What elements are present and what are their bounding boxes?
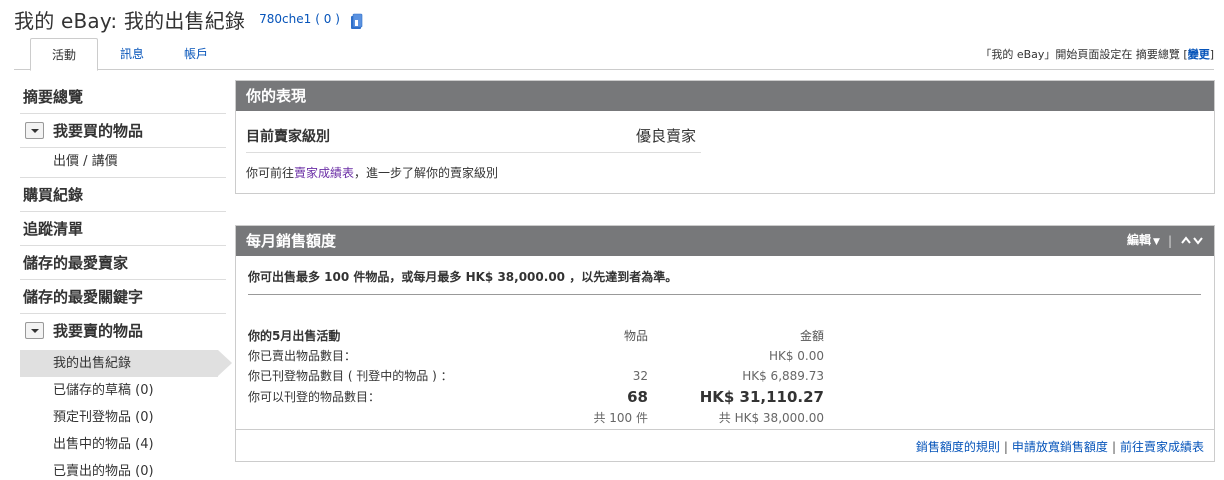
sidebar-group-label: 我要買的物品 — [53, 122, 144, 140]
column-header: 物品 — [623, 329, 648, 343]
row-amount: HK$ 0.00 — [768, 349, 824, 363]
sidebar-item-bids-offers[interactable]: 出價 / 講價 — [20, 148, 226, 178]
sidebar-item-summary[interactable]: 摘要總覽 — [20, 80, 226, 114]
total-count: 共 100 件 — [593, 411, 648, 425]
collapse-toggle-icon[interactable] — [25, 322, 44, 339]
row-amount: HK$ 31,110.27 — [699, 388, 824, 406]
table-row: 你已賣出物品數目： HK$ 0.00 — [248, 346, 828, 366]
tab-messages[interactable]: 訊息 — [98, 38, 166, 70]
column-header: 你的5月出售活動 — [248, 329, 341, 343]
edit-label: 編輯 — [1127, 233, 1152, 247]
selling-limits-panel: 每月銷售額度 編輯 ▼ | 你可出售最多 100 件物品，或每月最多 HK$ 38… — [235, 225, 1215, 462]
change-homepage-link[interactable]: 變更 — [1188, 48, 1210, 61]
request-higher-limit-link[interactable]: 申請放寬銷售額度 — [1012, 440, 1108, 454]
sidebar-item-saved-sellers[interactable]: 儲存的最愛賣家 — [20, 246, 226, 280]
feedback-score[interactable]: ( 0 ) — [315, 12, 340, 26]
footer-links: 銷售額度的規則 | 申請放寬銷售額度 | 前往賣家成績表 — [916, 438, 1204, 455]
tab-account[interactable]: 帳戶 — [166, 38, 226, 70]
row-label: 你已賣出物品數目： — [248, 349, 357, 363]
page-header: 我的 eBay: 我的出售紀錄 780che1 ( 0 ) — [14, 4, 363, 34]
table-row: 你已刊登物品數目 ( 刊登中的物品 ) ： 32 HK$ 6,889.73 — [248, 366, 828, 386]
sidebar-group-buying[interactable]: 我要買的物品 — [20, 114, 226, 148]
seller-level-label: 目前賣家級別 — [246, 129, 330, 145]
table-header-row: 你的5月出售活動 物品 金額 — [248, 326, 828, 346]
tab-bar: 活動 訊息 帳戶 「我的 eBay」開始頁面設定在 摘要總覽 [變更] — [14, 38, 1214, 71]
divider — [248, 294, 1201, 295]
sidebar-item-watch-list[interactable]: 追蹤清單 — [20, 212, 226, 246]
limit-rules-link[interactable]: 銷售額度的規則 — [916, 440, 1000, 454]
seller-dashboard-link[interactable]: 賣家成績表 — [294, 166, 354, 180]
divider: | — [1003, 440, 1008, 454]
row-label: 你已刊登物品數目 ( 刊登中的物品 ) ： — [248, 369, 453, 383]
seller-status-icon[interactable] — [350, 13, 363, 30]
sidebar-item-active[interactable]: 出售中的物品 (4) — [20, 431, 226, 458]
sidebar-item-sold[interactable]: 已賣出的物品 (0) — [20, 458, 226, 480]
sidebar-item-purchase-history[interactable]: 購買紀錄 — [20, 178, 226, 212]
performance-panel: 你的表現 目前賣家級別 優良賣家 你可前往賣家成績表，進一步了解你的賣家級別 — [235, 80, 1215, 194]
tab-activity[interactable]: 活動 — [30, 38, 98, 71]
edit-menu[interactable]: 編輯 ▼ — [1127, 225, 1160, 257]
table-row: 你可以刊登的物品數目： 68 HK$ 31,110.27 — [248, 386, 828, 408]
table-total-row: 共 100 件 共 HK$ 38,000.00 — [248, 408, 828, 428]
column-header: 金額 — [799, 329, 824, 343]
panel-title: 你的表現 — [236, 81, 1214, 111]
sidebar-item-saved-searches[interactable]: 儲存的最愛關鍵字 — [20, 280, 226, 314]
collapse-expand-icon[interactable] — [1180, 226, 1204, 256]
panel-footer: 銷售額度的規則 | 申請放寬銷售額度 | 前往賣家成績表 — [236, 429, 1214, 461]
row-amount: HK$ 6,889.73 — [742, 369, 824, 383]
collapse-toggle-icon[interactable] — [25, 122, 44, 139]
homepage-note-text: 「我的 eBay」開始頁面設定在 摘要總覽 [ — [980, 48, 1188, 61]
row-label: 你可以刊登的物品數目： — [248, 390, 381, 404]
row-count: 32 — [632, 369, 648, 383]
username-link[interactable]: 780che1 — [259, 12, 311, 26]
caret-down-icon: ▼ — [1153, 237, 1160, 247]
panel-actions: 編輯 ▼ | — [1127, 226, 1204, 256]
sidebar: 摘要總覽 我要買的物品 出價 / 講價 購買紀錄 追蹤清單 儲存的最愛賣家 儲存… — [20, 80, 232, 480]
panel-header: 每月銷售額度 編輯 ▼ | — [236, 226, 1214, 256]
row-count: 68 — [627, 388, 648, 406]
sidebar-group-selling[interactable]: 我要賣的物品 — [20, 314, 226, 348]
seller-dashboard-link[interactable]: 前往賣家成績表 — [1120, 440, 1204, 454]
page-title: 我的 eBay: 我的出售紀錄 — [14, 8, 246, 33]
total-amount: 共 HK$ 38,000.00 — [718, 411, 824, 425]
note-suffix: ，進一步了解你的賣家級別 — [354, 166, 499, 180]
sidebar-item-selling-overview[interactable]: 我的出售紀錄 — [20, 350, 232, 377]
seller-level-value: 優良賣家 — [636, 127, 697, 145]
note-prefix: 你可前往 — [246, 166, 295, 180]
selling-activity-table: 你的5月出售活動 物品 金額 你已賣出物品數目： HK$ 0.00 你已刊登物品… — [248, 326, 828, 428]
sidebar-item-scheduled[interactable]: 預定刊登物品 (0) — [20, 404, 226, 431]
sidebar-item-drafts[interactable]: 已儲存的草稿 (0) — [20, 377, 226, 404]
homepage-note-suffix: ] — [1209, 48, 1214, 61]
limit-description: 你可出售最多 100 件物品，或每月最多 HK$ 38,000.00 ，以先達到… — [248, 270, 678, 284]
panel-title: 每月銷售額度 — [246, 232, 337, 250]
divider: | — [1167, 234, 1172, 248]
homepage-setting-note: 「我的 eBay」開始頁面設定在 摘要總覽 [變更] — [980, 46, 1214, 62]
seller-level-note: 你可前往賣家成績表，進一步了解你的賣家級別 — [246, 164, 498, 181]
seller-level-row: 目前賣家級別 優良賣家 — [246, 121, 701, 153]
divider: | — [1111, 440, 1116, 454]
sidebar-group-label: 我要賣的物品 — [53, 322, 144, 340]
